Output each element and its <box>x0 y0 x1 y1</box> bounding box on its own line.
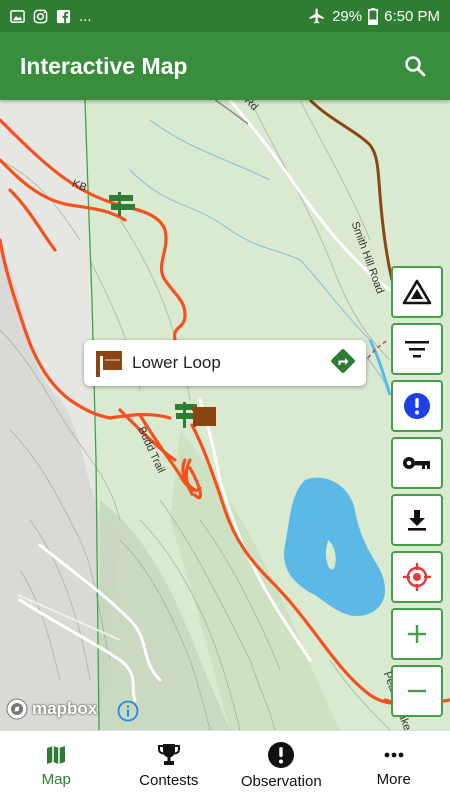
exclamation-icon <box>404 393 430 419</box>
battery-icon <box>368 7 379 25</box>
nav-label-contests: Contests <box>139 772 199 789</box>
gallery-icon <box>10 9 25 23</box>
info-icon <box>117 700 139 722</box>
status-bar: ... 29% 6:50 PM <box>0 0 450 32</box>
page-title: Interactive Map <box>20 52 188 79</box>
battery-percent: 29% <box>332 7 363 25</box>
plus-icon <box>408 625 426 643</box>
terrain-layer-button[interactable] <box>391 266 443 318</box>
facebook-icon <box>56 9 71 23</box>
mapbox-logo[interactable]: mapbox <box>6 698 97 720</box>
search-icon <box>405 56 426 77</box>
map-terrain <box>0 100 450 730</box>
search-button[interactable] <box>400 51 430 81</box>
nav-label-more: More <box>376 771 411 788</box>
filter-button[interactable] <box>391 323 443 375</box>
locate-button[interactable] <box>391 551 443 603</box>
trailhead-marker[interactable] <box>192 407 216 427</box>
attribution-info-button[interactable] <box>117 700 139 727</box>
exclamation-circle-icon <box>268 742 295 768</box>
nav-item-more[interactable]: More <box>338 731 450 800</box>
key-icon <box>403 457 430 469</box>
popup-trail-name: Lower Loop <box>132 353 221 372</box>
airplane-mode-icon <box>309 8 324 24</box>
filter-icon <box>405 341 429 358</box>
directions-button[interactable] <box>330 348 356 379</box>
app-bar: Interactive Map <box>0 32 450 100</box>
map-icon <box>47 746 66 764</box>
zoom-out-button[interactable] <box>391 665 443 717</box>
more-dots-icon <box>384 752 404 758</box>
mapbox-icon <box>6 698 28 720</box>
nav-item-map[interactable]: Map <box>0 731 113 800</box>
trail-sign-icon <box>96 351 122 377</box>
alert-button[interactable] <box>391 380 443 432</box>
triangle-terrain-icon <box>402 279 432 305</box>
bottom-navigation: Map Contests Observation More <box>0 730 450 800</box>
trophy-icon <box>157 744 180 765</box>
app-screen: ... 29% 6:50 PM Interactive Map KB Rd Sm… <box>0 0 450 800</box>
directions-icon <box>331 348 355 373</box>
notification-overflow: ... <box>79 7 92 25</box>
nav-item-contests[interactable]: Contests <box>113 731 226 800</box>
nav-label-observation: Observation <box>240 773 322 790</box>
clock: 6:50 PM <box>384 7 440 25</box>
minus-icon <box>408 689 426 693</box>
map-view[interactable]: KB Rd Smith Hill Road Budd Trail Peanut … <box>0 100 450 730</box>
zoom-in-button[interactable] <box>391 608 443 660</box>
download-icon <box>408 510 426 531</box>
crosshair-icon <box>403 563 431 591</box>
download-button[interactable] <box>391 494 443 546</box>
instagram-icon <box>33 9 48 23</box>
nav-label-map: Map <box>41 771 71 788</box>
mapbox-wordmark: mapbox <box>32 699 98 718</box>
access-key-button[interactable] <box>391 437 443 489</box>
nav-item-observation[interactable]: Observation <box>225 731 338 800</box>
trail-popup[interactable]: Lower Loop <box>84 340 366 386</box>
